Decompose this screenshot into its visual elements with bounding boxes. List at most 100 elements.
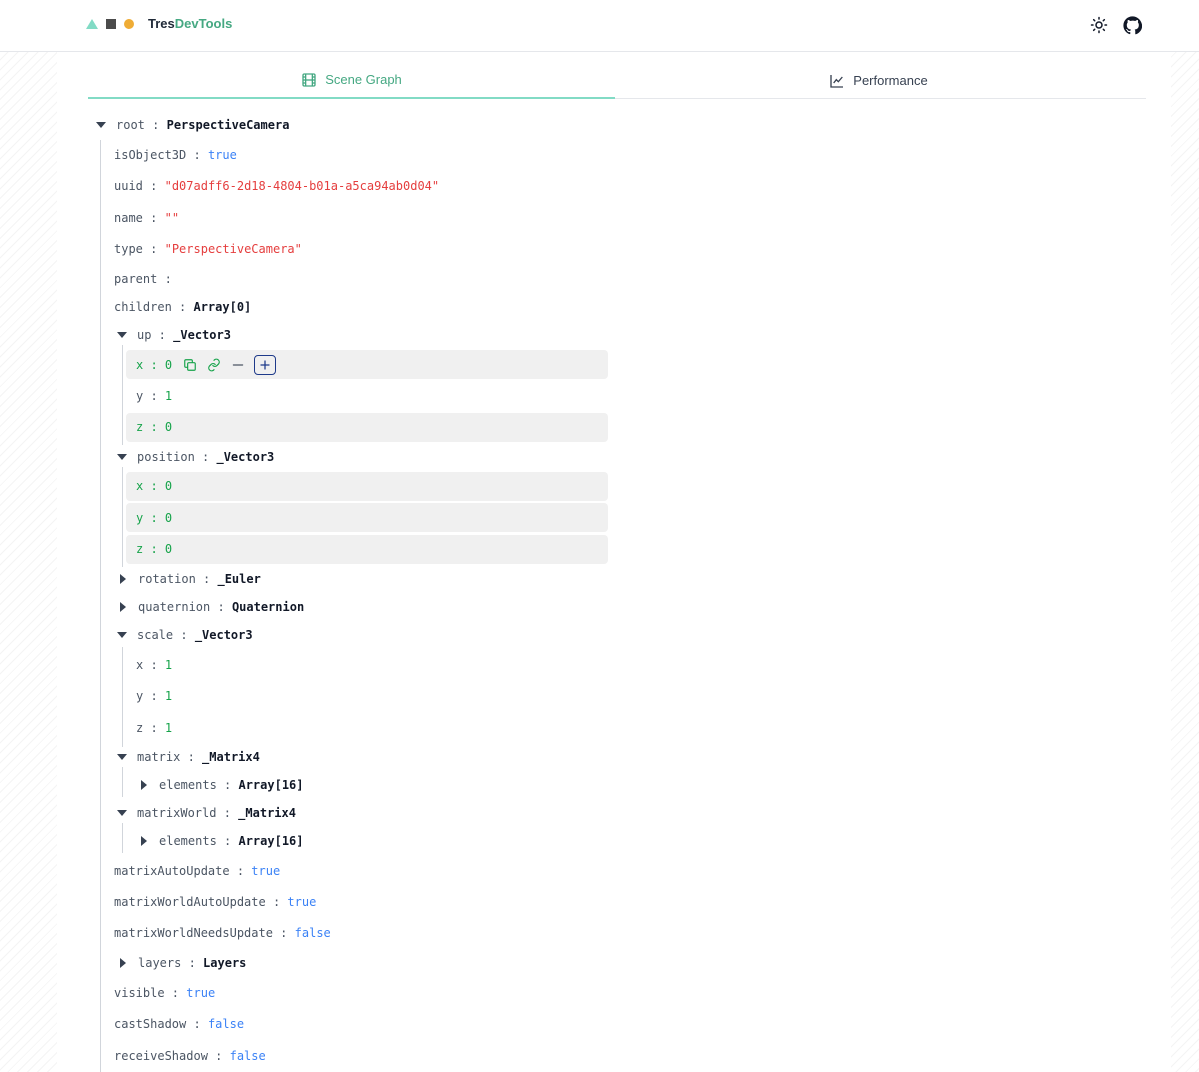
node-key: matrix: [137, 750, 181, 764]
node-key: isObject3D: [114, 148, 187, 162]
tree-node-quaternion[interactable]: quaternion : Quaternion: [120, 596, 304, 618]
plus-icon[interactable]: [254, 355, 277, 375]
tree-node-parent[interactable]: parent :: [114, 268, 172, 290]
node-sep: :: [143, 420, 165, 434]
node-sep: :: [143, 689, 165, 703]
tree-node-type[interactable]: type : "PerspectiveCamera": [114, 238, 302, 260]
copy-icon[interactable]: [182, 357, 198, 373]
node-value: true: [251, 864, 281, 878]
node-key: type: [114, 242, 143, 256]
node-value: 1: [164, 721, 173, 735]
tree-node-castshadow[interactable]: castShadow : false: [114, 1013, 244, 1035]
node-value: true: [186, 986, 216, 1000]
caret-right-icon[interactable]: [141, 836, 147, 846]
caret-right-icon[interactable]: [141, 780, 147, 790]
node-sep: :: [216, 806, 239, 820]
node-sep: :: [142, 211, 165, 225]
node-sep: :: [207, 1049, 230, 1063]
node-value: 0: [164, 542, 173, 556]
tree-node-position-y[interactable]: y : 0: [136, 507, 172, 529]
brand-name-primary: Tres: [148, 16, 175, 31]
node-key: elements: [159, 778, 217, 792]
node-key: elements: [159, 834, 217, 848]
node-key: parent: [114, 272, 158, 286]
logo[interactable]: TresDevTools: [86, 16, 232, 31]
tree-node-visible[interactable]: visible : true: [114, 982, 215, 1004]
caret-right-icon[interactable]: [120, 958, 126, 968]
tree-node-matrixworld-elements[interactable]: elements : Array[16]: [141, 830, 304, 852]
node-sep: :: [143, 479, 165, 493]
tree-node-matrixworldautoupdate[interactable]: matrixWorldAutoUpdate : true: [114, 891, 316, 913]
node-value: Quaternion: [231, 600, 305, 614]
node-sep: :: [186, 148, 208, 162]
caret-down-icon[interactable]: [117, 810, 127, 816]
tree-node-scale-x[interactable]: x : 1: [136, 654, 172, 676]
brand-name: TresDevTools: [148, 16, 232, 31]
tree-node-receiveshadow[interactable]: receiveShadow : false: [114, 1045, 266, 1067]
tree-node-layers[interactable]: layers : Layers: [120, 952, 246, 974]
caret-right-icon[interactable]: [120, 574, 126, 584]
tree-node-scale[interactable]: scale : _Vector3: [117, 624, 253, 646]
tree-node-uuid[interactable]: uuid : "d07adff6-2d18-4804-b01a-a5ca94ab…: [114, 175, 439, 197]
tree-guide-line: [100, 140, 101, 1072]
node-sep: :: [143, 511, 165, 525]
tree-node-children[interactable]: children : Array[0]: [114, 296, 251, 318]
caret-down-icon[interactable]: [117, 454, 127, 460]
github-link[interactable]: [1121, 14, 1143, 36]
tree-node-position[interactable]: position : _Vector3: [117, 446, 274, 468]
tree-node-up-y[interactable]: y : 1: [136, 385, 172, 407]
theme-toggle-button[interactable]: [1088, 14, 1110, 36]
node-key: name: [114, 211, 143, 225]
tree-node-matrix[interactable]: matrix : _Matrix4: [117, 746, 260, 768]
node-key: rotation: [138, 572, 196, 586]
tree-node-root[interactable]: root : PerspectiveCamera: [96, 114, 289, 136]
square-icon: [106, 18, 116, 29]
tree-node-position-z[interactable]: z : 0: [136, 538, 172, 560]
tree-guide-line: [122, 767, 123, 797]
node-value: _Euler: [217, 572, 261, 586]
node-sep: :: [194, 450, 217, 464]
tree-node-up[interactable]: up : _Vector3: [117, 324, 231, 346]
node-key: visible: [114, 986, 165, 1000]
caret-down-icon[interactable]: [117, 332, 127, 338]
sun-icon: [1090, 16, 1108, 34]
row-highlight: [126, 472, 608, 501]
node-key: y: [136, 689, 144, 703]
node-value: 0: [164, 420, 173, 434]
tree-node-matrixautoupdate[interactable]: matrixAutoUpdate : true: [114, 860, 280, 882]
node-sep: :: [142, 242, 165, 256]
tree-node-position-x[interactable]: x : 0: [136, 475, 172, 497]
node-key: x: [136, 479, 144, 493]
tree-node-up-x[interactable]: x : 0: [136, 354, 277, 376]
tree-node-matrixworld[interactable]: matrixWorld : _Matrix4: [117, 802, 296, 824]
tree-node-up-z[interactable]: z : 0: [136, 416, 172, 438]
caret-down-icon[interactable]: [117, 632, 127, 638]
node-sep: :: [144, 118, 167, 132]
tree-node-rotation[interactable]: rotation : _Euler: [120, 568, 261, 590]
tree-node-matrix-elements[interactable]: elements : Array[16]: [141, 774, 304, 796]
tree-node-scale-z[interactable]: z : 1: [136, 717, 172, 739]
node-key: root: [116, 118, 145, 132]
tree-node-isobject3d[interactable]: isObject3D : true: [114, 144, 237, 166]
minus-icon[interactable]: [230, 357, 246, 373]
caret-down-icon[interactable]: [117, 754, 127, 760]
node-sep: :: [186, 1017, 208, 1031]
node-key: scale: [137, 628, 174, 642]
tree-node-matrixworldneedsupdate[interactable]: matrixWorldNeedsUpdate : false: [114, 922, 331, 944]
main-panel: Scene Graph Performance root : Perspecti…: [57, 52, 1171, 1072]
node-sep: :: [216, 778, 239, 792]
caret-down-icon[interactable]: [96, 122, 106, 128]
node-sep: :: [173, 628, 195, 642]
row-highlight: [126, 413, 608, 442]
caret-right-icon[interactable]: [120, 602, 126, 612]
logo-shapes: [86, 18, 134, 29]
node-key: uuid: [114, 179, 143, 193]
node-sep: :: [143, 721, 165, 735]
node-sep: :: [272, 926, 295, 940]
node-value: false: [294, 926, 331, 940]
tree-node-scale-y[interactable]: y : 1: [136, 685, 172, 707]
tree-node-name[interactable]: name : "": [114, 207, 179, 229]
node-value: Array[16]: [238, 778, 304, 792]
circle-icon: [124, 18, 134, 29]
link-icon[interactable]: [206, 357, 222, 373]
